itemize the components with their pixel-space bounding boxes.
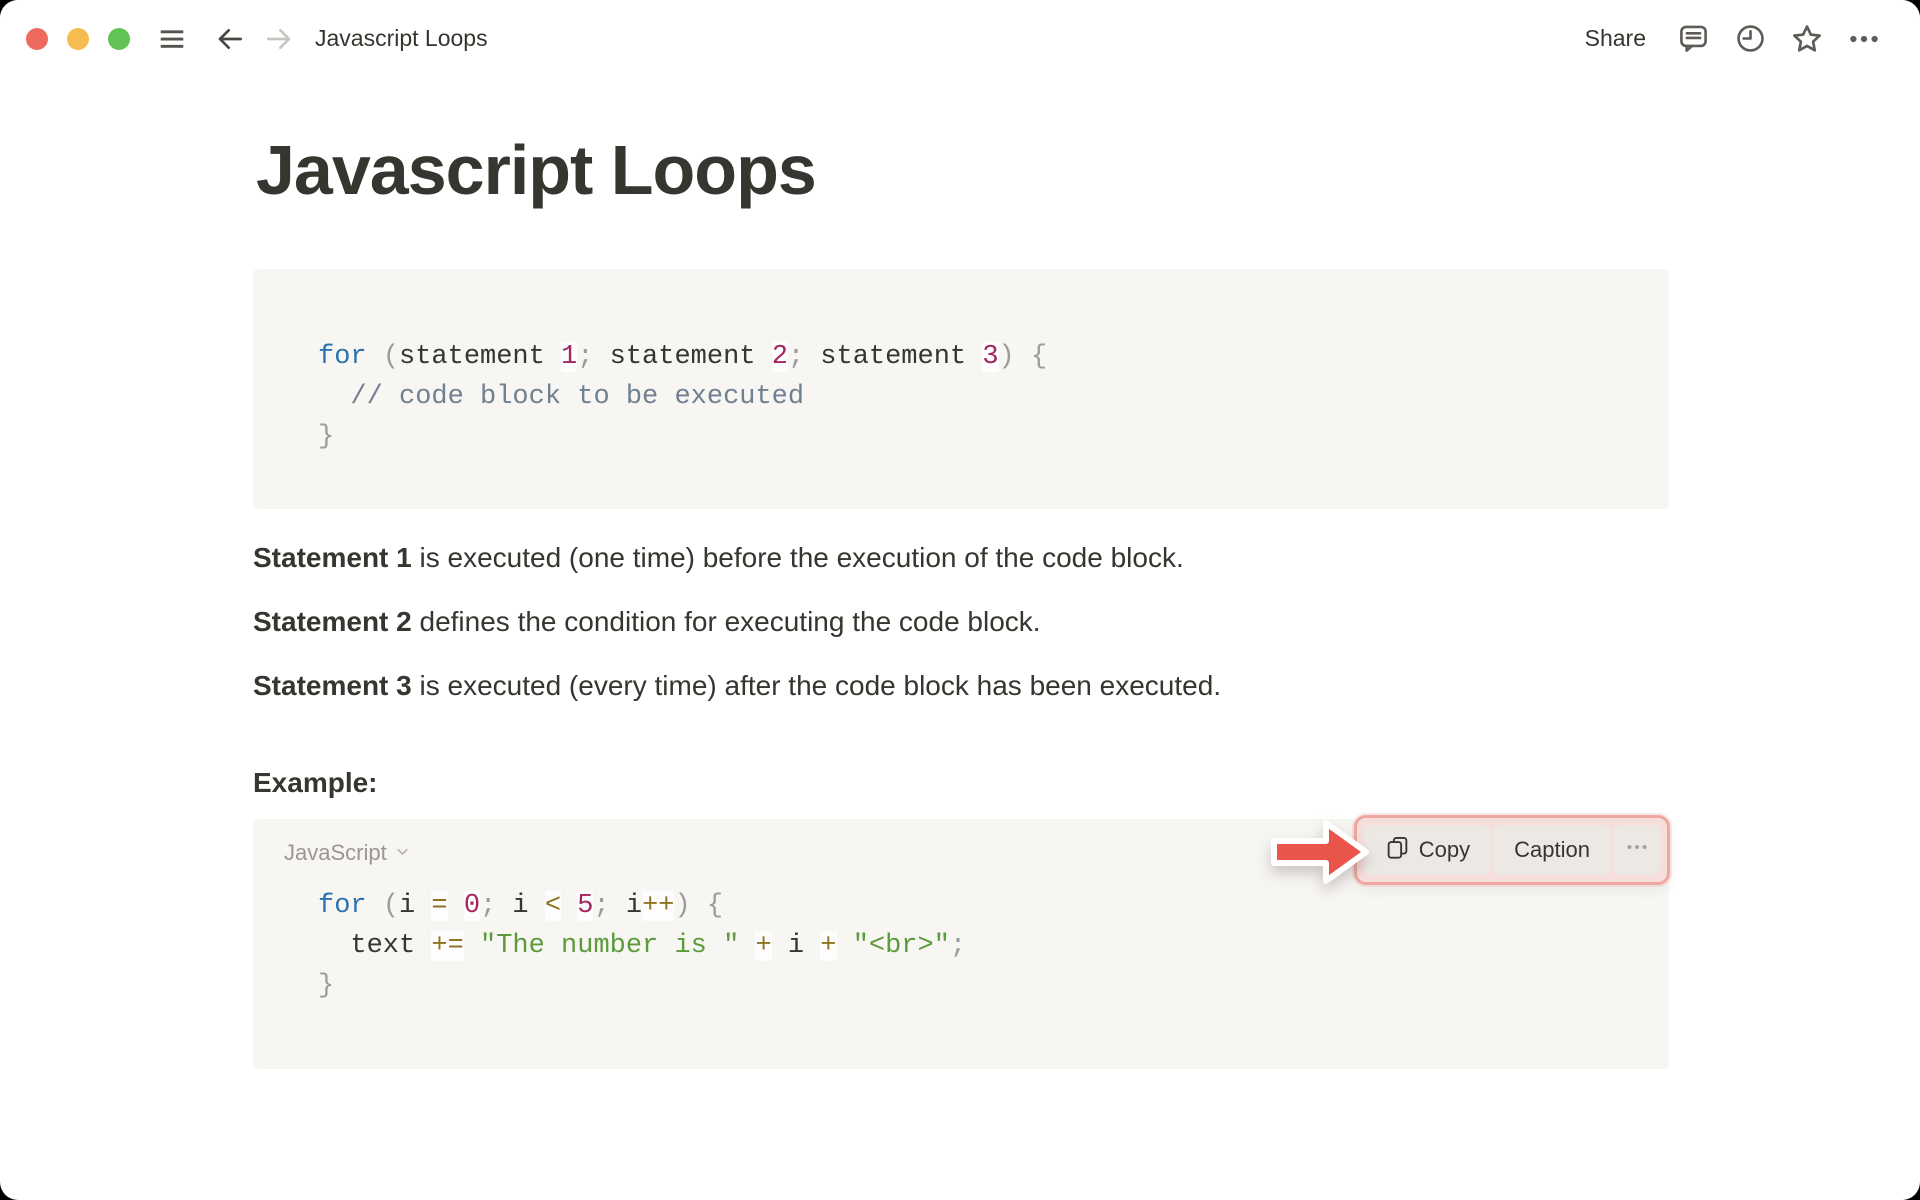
titlebar-actions: Share bbox=[1573, 17, 1886, 61]
forward-button[interactable] bbox=[257, 17, 301, 61]
share-button[interactable]: Share bbox=[1573, 17, 1658, 60]
minimize-window-button[interactable] bbox=[67, 28, 89, 50]
window-controls bbox=[26, 28, 130, 50]
code-block-example: JavaScript for (i = 0; i < 5; i++) { tex… bbox=[253, 819, 1669, 1069]
example-label: Example: bbox=[253, 766, 1920, 800]
annotation-highlight-box: Copy Caption bbox=[1354, 815, 1670, 885]
titlebar-page-title: Javascript Loops bbox=[315, 25, 488, 52]
statement-3-text: is executed (every time) after the code … bbox=[412, 670, 1221, 701]
statement-3-label: Statement 3 bbox=[253, 670, 412, 701]
ellipsis-icon bbox=[1625, 835, 1649, 865]
statement-3-paragraph: Statement 3 is executed (every time) aft… bbox=[253, 669, 1920, 703]
chevron-down-icon bbox=[394, 839, 411, 867]
language-selector-label: JavaScript bbox=[284, 839, 387, 867]
code-content[interactable]: for (i = 0; i < 5; i++) { text += "The n… bbox=[318, 886, 1649, 1006]
arrow-right-icon bbox=[263, 23, 295, 55]
statement-2-paragraph: Statement 2 defines the condition for ex… bbox=[253, 605, 1920, 639]
code-content[interactable]: for (statement 1; statement 2; statement… bbox=[318, 337, 1649, 457]
zoom-window-button[interactable] bbox=[108, 28, 130, 50]
statement-paragraphs: Statement 1 is executed (one time) befor… bbox=[253, 541, 1920, 703]
hamburger-icon bbox=[155, 24, 189, 54]
code-more-options-button[interactable] bbox=[1613, 825, 1660, 875]
clock-icon bbox=[1734, 22, 1767, 55]
language-selector[interactable]: JavaScript bbox=[284, 839, 411, 867]
page-title: Javascript Loops bbox=[256, 128, 1920, 212]
statement-1-paragraph: Statement 1 is executed (one time) befor… bbox=[253, 541, 1920, 575]
close-window-button[interactable] bbox=[26, 28, 48, 50]
code-block-syntax: for (statement 1; statement 2; statement… bbox=[253, 269, 1669, 509]
caption-button-label: Caption bbox=[1514, 837, 1590, 863]
comments-button[interactable] bbox=[1671, 17, 1715, 61]
statement-1-text: is executed (one time) before the execut… bbox=[412, 542, 1184, 573]
copy-button[interactable]: Copy bbox=[1364, 825, 1491, 875]
history-button[interactable] bbox=[1728, 17, 1772, 61]
document-body: Javascript Loops for (statement 1; state… bbox=[0, 128, 1920, 1069]
copy-icon bbox=[1385, 835, 1410, 866]
speech-bubble-icon bbox=[1677, 22, 1710, 55]
statement-2-text: defines the condition for executing the … bbox=[412, 606, 1041, 637]
statement-1-label: Statement 1 bbox=[253, 542, 412, 573]
favorite-button[interactable] bbox=[1785, 17, 1829, 61]
ellipsis-icon bbox=[1847, 22, 1881, 56]
sidebar-menu-button[interactable] bbox=[150, 17, 194, 61]
copy-button-label: Copy bbox=[1419, 837, 1470, 863]
caption-button[interactable]: Caption bbox=[1493, 825, 1611, 875]
statement-2-label: Statement 2 bbox=[253, 606, 412, 637]
titlebar: Javascript Loops Share bbox=[0, 0, 1920, 77]
star-icon bbox=[1790, 22, 1824, 56]
more-options-button[interactable] bbox=[1842, 17, 1886, 61]
arrow-left-icon bbox=[214, 23, 246, 55]
back-button[interactable] bbox=[208, 17, 252, 61]
app-window: Javascript Loops Share bbox=[0, 0, 1920, 1200]
annotation-arrow-icon bbox=[1269, 817, 1371, 892]
